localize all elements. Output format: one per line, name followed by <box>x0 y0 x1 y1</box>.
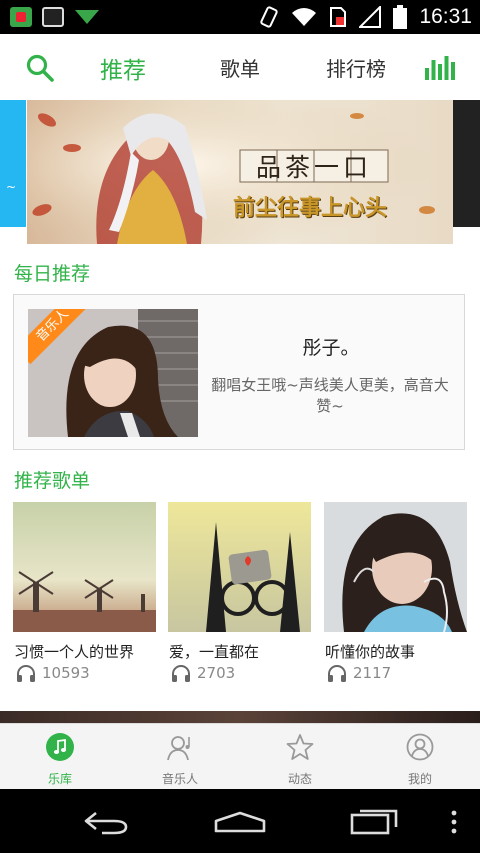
clock: 16:31 <box>419 5 472 28</box>
play-count: 2703 <box>171 664 235 682</box>
tab-library[interactable]: 乐库 <box>0 724 120 790</box>
tab-profile[interactable]: 我的 <box>360 724 480 790</box>
home-icon[interactable] <box>214 811 266 833</box>
vibrate-icon <box>260 6 279 28</box>
banner-prev-slide[interactable]: ~ <box>0 100 26 227</box>
banner-carousel[interactable]: ~ 品茶一口 前尘往事上心头 <box>0 100 480 244</box>
playlist-title[interactable]: 爱，一直都在 <box>169 641 259 662</box>
tab-charts[interactable]: 排行榜 <box>326 53 386 82</box>
headphones-icon <box>172 665 190 682</box>
banner-slide[interactable]: 品茶一口 前尘往事上心头 <box>27 100 453 244</box>
artist-name: 彤子。 <box>302 337 360 359</box>
banner-title: 品茶一口 <box>255 153 372 182</box>
download-icon <box>75 10 99 24</box>
banner-subtitle: 前尘往事上心头 <box>233 196 388 221</box>
top-navigation: 推荐 歌单 排行榜 <box>0 34 480 101</box>
play-count-value: 2117 <box>353 664 392 682</box>
tab-musicians-label: 音乐人 <box>161 772 198 786</box>
sim-icon <box>330 7 347 27</box>
artist-photo: 音乐人 <box>28 309 198 437</box>
play-count: 10593 <box>16 664 90 682</box>
system-icons: 16:31 <box>259 4 472 30</box>
playlist-title[interactable]: 习惯一个人的世界 <box>14 641 134 662</box>
star-icon <box>286 734 314 760</box>
tab-recommend[interactable]: 推荐 <box>100 51 146 85</box>
playlists-section-title: 推荐歌单 <box>14 470 91 492</box>
app-icon <box>10 7 32 27</box>
battery-icon <box>393 5 408 29</box>
tab-activity-label: 动态 <box>287 772 312 786</box>
playlist-cover[interactable] <box>324 502 467 632</box>
profile-icon <box>406 733 434 761</box>
musician-icon <box>167 736 190 761</box>
bottom-tab-bar: 乐库 音乐人 动态 我的 <box>0 723 480 790</box>
menu-icon[interactable] <box>449 809 459 835</box>
playlist-cover[interactable] <box>13 502 156 632</box>
image-icon <box>42 7 64 27</box>
playlist-cover[interactable] <box>168 502 311 632</box>
play-count-value: 10593 <box>42 664 90 682</box>
play-count-value: 2703 <box>197 664 236 682</box>
daily-section-title: 每日推荐 <box>14 263 91 285</box>
artist-description: 翻唱女王哦~声线美人更美，高音大赞~ <box>211 376 449 415</box>
headphones-icon <box>328 665 346 682</box>
daily-recommend-card[interactable]: 音乐人 彤子。 翻唱女王哦~声线美人更美，高音大赞~ <box>13 294 465 450</box>
next-section-preview <box>0 711 480 723</box>
wifi-icon <box>292 8 317 26</box>
banner-next-slide[interactable] <box>453 100 480 227</box>
recent-apps-icon[interactable] <box>350 807 398 835</box>
tab-activity[interactable]: 动态 <box>240 724 360 790</box>
tab-musicians[interactable]: 音乐人 <box>120 724 240 790</box>
tab-library-label: 乐库 <box>47 772 72 786</box>
equalizer-icon[interactable] <box>425 54 455 80</box>
notification-icons <box>10 6 100 28</box>
system-navigation-bar <box>0 789 480 853</box>
playlist-title[interactable]: 听懂你的故事 <box>325 641 415 662</box>
tab-profile-label: 我的 <box>407 772 432 786</box>
search-icon[interactable] <box>26 54 54 82</box>
music-note-icon <box>46 733 74 761</box>
back-icon[interactable] <box>82 809 130 835</box>
signal-icon <box>359 6 382 28</box>
status-bar: 16:31 <box>0 0 480 34</box>
play-count: 2117 <box>327 664 391 682</box>
headphones-icon <box>17 665 35 682</box>
tab-playlists[interactable]: 歌单 <box>220 53 260 82</box>
